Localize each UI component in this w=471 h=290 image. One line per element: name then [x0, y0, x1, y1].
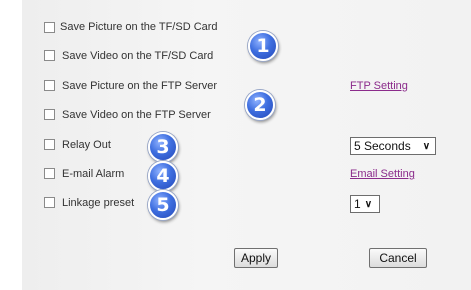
- ftp-setting-link[interactable]: FTP Setting: [350, 79, 408, 93]
- save-video-ftp-label: Save Video on the FTP Server: [62, 109, 211, 121]
- save-picture-ftp-label: Save Picture on the FTP Server: [62, 80, 218, 92]
- option-row-save-picture-sd: Save Picture on the TF/SD Card: [22, 20, 471, 38]
- option-row-linkage-preset: Linkage preset 1 ∨: [22, 195, 471, 213]
- linkage-preset-checkbox[interactable]: [44, 197, 55, 208]
- relay-out-checkbox[interactable]: [44, 139, 55, 150]
- step-badge-4: 4: [148, 161, 178, 191]
- save-video-ftp-checkbox[interactable]: [44, 109, 55, 120]
- email-alarm-checkbox[interactable]: [44, 168, 55, 179]
- linkage-preset-select[interactable]: 1 ∨: [350, 195, 380, 213]
- email-alarm-label: E-mail Alarm: [62, 168, 125, 180]
- save-video-sd-checkbox[interactable]: [44, 50, 55, 61]
- apply-button[interactable]: Apply: [234, 248, 278, 268]
- option-row-save-video-sd: Save Video on the TF/SD Card: [22, 48, 471, 66]
- chevron-down-icon: ∨: [364, 199, 373, 210]
- email-setting-link[interactable]: Email Setting: [350, 167, 415, 181]
- save-picture-ftp-checkbox[interactable]: [44, 80, 55, 91]
- save-picture-sd-checkbox[interactable]: [44, 22, 55, 33]
- step-badge-1: 1: [248, 31, 278, 61]
- alarm-action-panel: Save Picture on the TF/SD Card Save Vide…: [22, 0, 471, 290]
- step-badge-2: 2: [245, 90, 275, 120]
- relay-duration-select[interactable]: 5 Seconds ∨: [350, 137, 436, 155]
- save-picture-sd-label: Save Picture on the TF/SD Card: [60, 21, 218, 33]
- step-badge-3: 3: [148, 132, 178, 162]
- relay-duration-value: 5 Seconds: [354, 139, 411, 153]
- linkage-preset-label: Linkage preset: [62, 197, 135, 209]
- relay-out-label: Relay Out: [62, 139, 111, 151]
- chevron-down-icon: ∨: [422, 141, 431, 152]
- linkage-preset-value: 1: [354, 197, 361, 211]
- step-badge-5: 5: [148, 190, 178, 220]
- cancel-button[interactable]: Cancel: [369, 248, 427, 268]
- save-video-sd-label: Save Video on the TF/SD Card: [62, 50, 214, 62]
- option-row-email-alarm: E-mail Alarm Email Setting: [22, 166, 471, 184]
- option-row-relay-out: Relay Out 5 Seconds ∨: [22, 137, 471, 155]
- option-row-save-picture-ftp: Save Picture on the FTP Server FTP Setti…: [22, 78, 471, 96]
